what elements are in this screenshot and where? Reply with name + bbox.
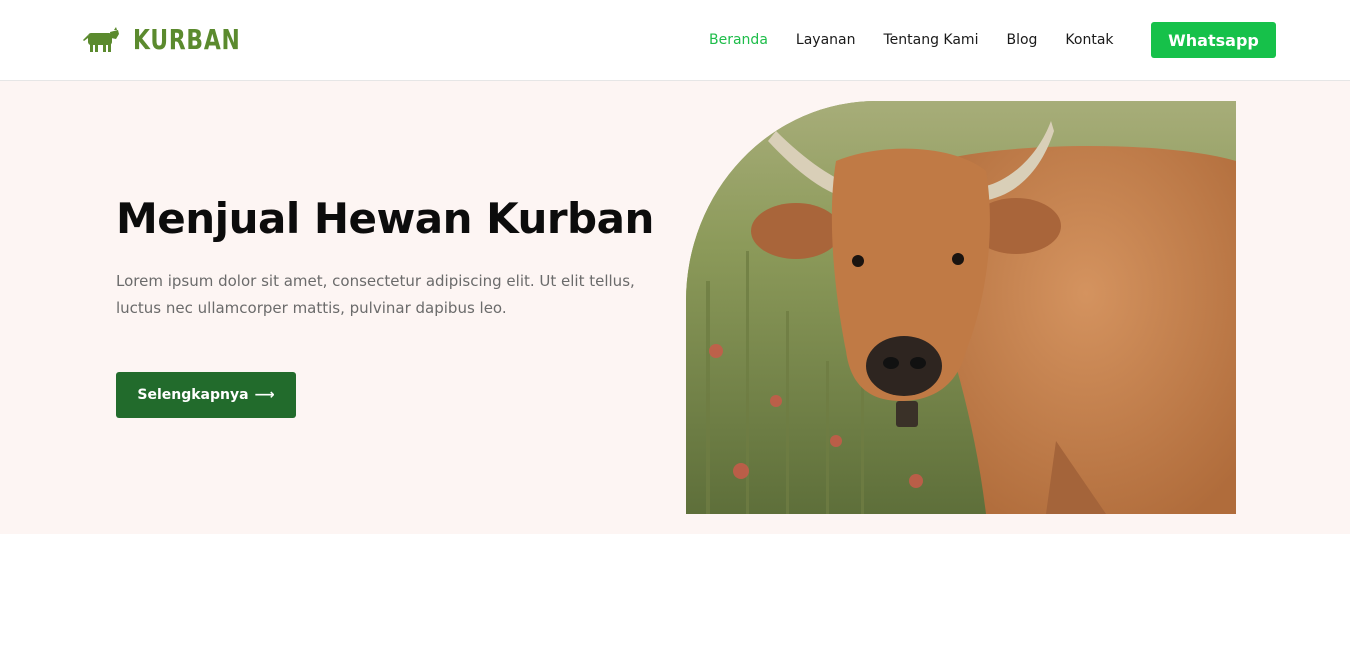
hero-image (686, 101, 1236, 514)
cow-icon (80, 26, 120, 54)
nav-item-kontak[interactable]: Kontak (1065, 30, 1113, 50)
hero-title: Menjual Hewan Kurban (116, 194, 654, 243)
nav-item-beranda[interactable]: Beranda (709, 30, 768, 50)
brand-logo[interactable]: KURBAN (80, 24, 271, 56)
cta-label: Selengkapnya (137, 387, 249, 403)
nav-item-layanan[interactable]: Layanan (796, 30, 856, 50)
main-nav: Beranda Layanan Tentang Kami Blog Kontak (709, 30, 1142, 50)
arrow-right-icon: ⟶ (254, 387, 275, 403)
hero-section: Menjual Hewan Kurban Lorem ipsum dolor s… (0, 81, 1350, 534)
whatsapp-button[interactable]: Whatsapp (1151, 22, 1276, 58)
next-section (0, 534, 1350, 650)
site-header: KURBAN Beranda Layanan Tentang Kami Blog… (0, 0, 1350, 81)
nav-item-blog[interactable]: Blog (1006, 30, 1037, 50)
nav-item-tentang-kami[interactable]: Tentang Kami (883, 30, 978, 50)
brand-name: KURBAN (133, 23, 241, 56)
cow-photo (686, 101, 1236, 514)
selengkapnya-button[interactable]: Selengkapnya ⟶ (116, 372, 296, 418)
hero-description: Lorem ipsum dolor sit amet, consectetur … (116, 272, 635, 317)
